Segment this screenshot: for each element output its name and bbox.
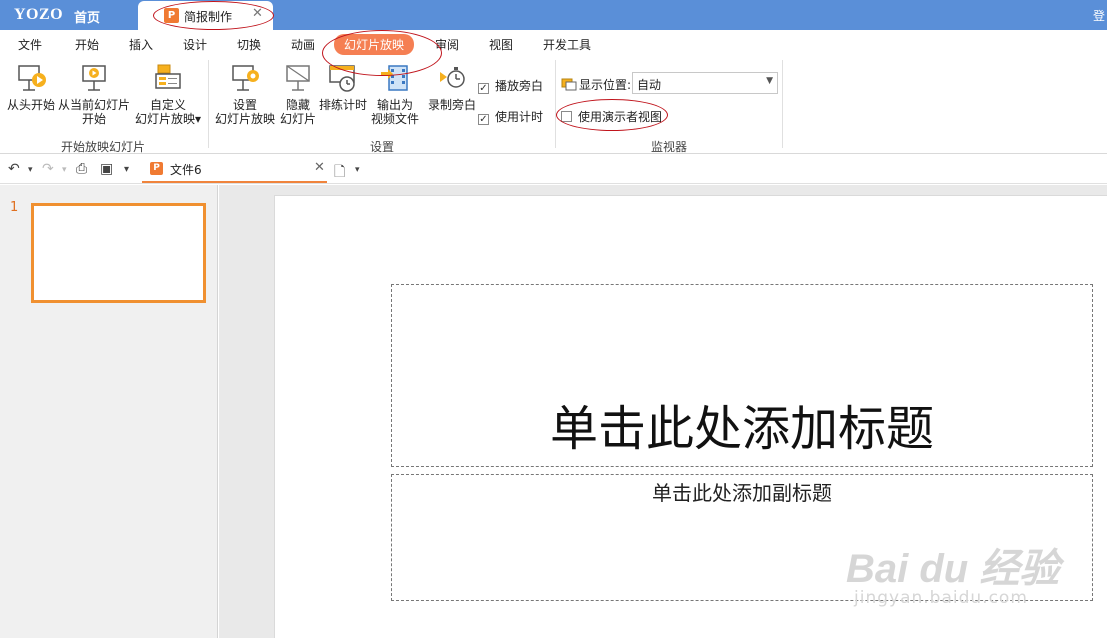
monitor-group-label: 监视器	[650, 140, 687, 154]
tab-view[interactable]: 视图	[489, 36, 513, 53]
document-tab[interactable]: P 简报制作 ✕	[138, 1, 273, 30]
start-show-group-label: 开始放映幻灯片	[60, 140, 145, 154]
new-document-icon[interactable]: 🗋	[334, 161, 345, 185]
tab-slide-show[interactable]: 幻灯片放映	[334, 34, 415, 55]
setup-show-label-2: 幻灯片放映	[214, 112, 275, 126]
checkbox-checked-icon: ✓	[478, 114, 489, 125]
title-placeholder-text: 单击此处添加标题	[549, 401, 934, 457]
customize-toolbar-icon[interactable]: ▾	[124, 164, 129, 175]
file-tab[interactable]: P 文件6 ✕	[142, 155, 327, 183]
use-timing-checkbox[interactable]: ✓ 使用计时	[478, 108, 543, 125]
record-narration-button[interactable]: 录制旁白	[426, 62, 478, 112]
home-tab[interactable]: 首页	[74, 7, 100, 26]
print-preview-icon[interactable]: ⎙	[76, 161, 87, 177]
title-placeholder[interactable]: 单击此处添加标题	[391, 284, 1093, 467]
checkbox-unchecked-icon	[561, 111, 572, 122]
undo-icon[interactable]: ↶	[8, 161, 20, 177]
group-divider	[782, 60, 783, 148]
tab-insert[interactable]: 插入	[129, 36, 153, 53]
export-video-icon	[381, 65, 408, 91]
ribbon-tabs: 文件 开始 插入 设计 切换 动画 幻灯片放映 审阅 视图 开发工具	[0, 30, 1107, 58]
hide-slide-label-2: 幻灯片	[279, 112, 316, 126]
hide-slide-icon	[286, 65, 310, 91]
presentation-file-icon: P	[164, 8, 179, 23]
save-icon[interactable]: ▣	[100, 161, 113, 177]
tab-home[interactable]: 开始	[75, 36, 99, 53]
custom-slide-show-button[interactable]: 自定义 幻灯片放映▾	[132, 62, 204, 126]
projector-play-icon	[18, 65, 46, 91]
presenter-view-label: 使用演示者视图	[578, 110, 663, 124]
custom-show-label-1: 自定义	[149, 98, 186, 112]
redo-icon[interactable]: ↷	[42, 161, 54, 177]
file-tab-label: 文件6	[170, 163, 202, 177]
chevron-down-icon: ▼	[766, 76, 773, 86]
close-tab-icon[interactable]: ✕	[252, 6, 263, 21]
tab-animations[interactable]: 动画	[291, 36, 315, 53]
baidu-watermark: Bai du 经验 jingyan.baidu.com	[846, 520, 1066, 620]
monitor-icon	[561, 78, 577, 91]
redo-dropdown-icon[interactable]: ▾	[62, 165, 67, 175]
document-tab-label: 简报制作	[184, 10, 233, 24]
rehearse-timings-button[interactable]: 排练计时	[318, 62, 368, 112]
watermark-url: jingyan.baidu.com	[854, 588, 1028, 608]
subtitle-placeholder-text: 单击此处添加副标题	[652, 481, 832, 505]
play-narration-checkbox[interactable]: ✓ 播放旁白	[478, 77, 543, 94]
slide-thumbnail[interactable]	[31, 203, 206, 303]
display-position-label: 显示位置:	[579, 78, 632, 92]
from-start-label: 从头开始	[6, 98, 55, 112]
tab-design[interactable]: 设计	[183, 36, 207, 53]
from-current-label-2: 开始	[81, 112, 106, 126]
app-logo: YOZO	[14, 6, 64, 23]
custom-show-label-2: 幻灯片放映	[134, 112, 195, 126]
export-video-button[interactable]: 输出为 视频文件	[368, 62, 422, 126]
play-narration-label: 播放旁白	[495, 79, 544, 93]
rehearse-clock-icon	[329, 65, 355, 92]
new-document-dropdown-icon[interactable]: ▾	[355, 165, 360, 175]
from-start-button[interactable]: 从头开始	[4, 62, 58, 112]
export-video-label-1: 输出为	[376, 98, 413, 112]
setup-group-label: 设置	[369, 140, 394, 154]
tab-transitions[interactable]: 切换	[237, 36, 261, 53]
rehearse-label: 排练计时	[318, 98, 367, 112]
title-bar: YOZO 首页 P 简报制作 ✕ 登	[0, 0, 1107, 30]
hide-slide-button[interactable]: 隐藏 幻灯片	[276, 62, 320, 126]
close-tab-icon[interactable]: ✕	[314, 160, 325, 175]
setup-slide-show-button[interactable]: 设置 幻灯片放映	[212, 62, 278, 126]
quick-access-bar: ↶ ▾ ↷ ▾ ⎙ ▣ ▾ P 文件6 ✕ 🗋 ▾	[0, 155, 1107, 184]
presenter-view-checkbox[interactable]: 使用演示者视图	[561, 108, 662, 125]
setup-show-icon	[232, 65, 259, 91]
tab-developer[interactable]: 开发工具	[543, 36, 591, 53]
from-current-label-1: 从当前幻灯片	[57, 98, 130, 112]
display-position-value: 自动	[637, 78, 662, 92]
group-divider	[208, 60, 209, 148]
undo-dropdown-icon[interactable]: ▾	[28, 165, 33, 175]
slide-thumbnail-pane: 1	[0, 185, 218, 638]
projector-current-icon	[82, 65, 106, 91]
group-divider	[555, 60, 556, 148]
hide-slide-label-1: 隐藏	[285, 98, 310, 112]
login-link[interactable]: 登	[1093, 7, 1105, 24]
slide-number: 1	[10, 200, 19, 215]
from-current-slide-button[interactable]: 从当前幻灯片 开始	[56, 62, 132, 126]
tab-review[interactable]: 审阅	[435, 36, 459, 53]
custom-show-icon	[155, 64, 181, 89]
use-timing-label: 使用计时	[495, 110, 544, 124]
presentation-file-icon: P	[150, 162, 163, 175]
tab-file[interactable]: 文件	[18, 36, 42, 53]
ribbon-panel: 从头开始 从当前幻灯片 开始 自定义 幻灯片放映▾ 开始放映幻灯片 设置 幻灯片…	[0, 58, 1107, 154]
dropdown-arrow-icon: ▾	[194, 112, 202, 126]
record-narration-label: 录制旁白	[427, 98, 476, 112]
watermark-logo-text: Bai du 经验	[846, 547, 1060, 591]
display-position-select[interactable]: 自动 ▼	[632, 72, 778, 94]
export-video-label-2: 视频文件	[370, 112, 419, 126]
record-narration-icon	[440, 67, 465, 88]
checkbox-checked-icon: ✓	[478, 83, 489, 94]
setup-show-label-1: 设置	[232, 98, 257, 112]
